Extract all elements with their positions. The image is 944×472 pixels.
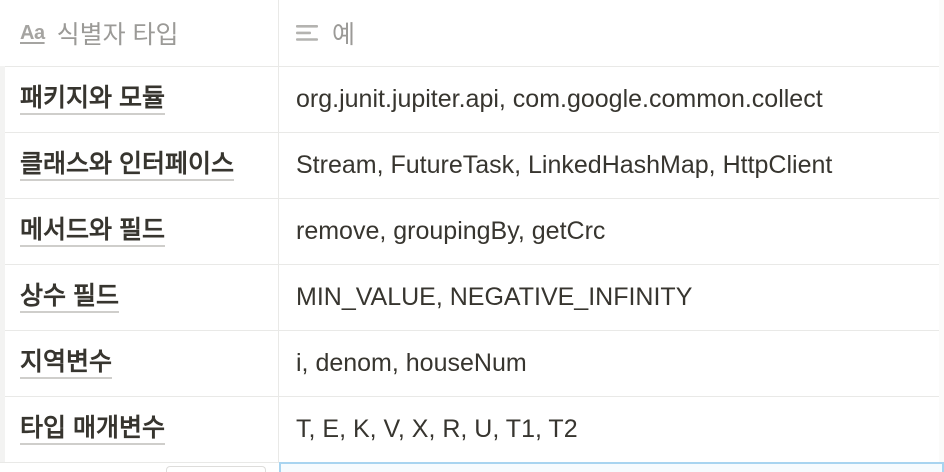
row-title-cell[interactable]: 패키지와 모듈 [0,67,279,132]
row-title-cell[interactable]: 타입 매개변수 [0,397,279,462]
row-example-cell[interactable]: org.junit.jupiter.api, com.google.common… [279,67,944,132]
row-example-cell[interactable]: T, E, K, V, X, R, U, T1, T2 [279,397,944,462]
row-example-cell[interactable]: i, denom, houseNum [279,331,944,396]
table-row[interactable]: 지역변수 i, denom, houseNum [0,330,944,396]
table-row[interactable]: 클래스와 인터페이스 Stream, FutureTask, LinkedHas… [0,132,944,198]
row-title-link[interactable]: 타입 매개변수 [20,414,165,445]
selected-cell-outline[interactable] [279,462,944,472]
table-row[interactable]: 상수 필드 MIN_VALUE, NEGATIVE_INFINITY [0,264,944,330]
new-row-title-input[interactable] [166,466,266,472]
row-example-cell[interactable]: Stream, FutureTask, LinkedHashMap, HttpC… [279,133,944,198]
row-title-cell[interactable]: 지역변수 [0,331,279,396]
text-lines-icon [296,23,320,43]
row-example-cell[interactable]: remove, groupingBy, getCrc [279,199,944,264]
table-row[interactable]: 패키지와 모듈 org.junit.jupiter.api, com.googl… [0,66,944,132]
row-example-text: remove, groupingBy, getCrc [296,217,606,245]
row-title-cell[interactable]: 메서드와 필드 [0,199,279,264]
row-example-cell[interactable]: MIN_VALUE, NEGATIVE_INFINITY [279,265,944,330]
row-gutter [0,66,5,462]
row-title-link[interactable]: 지역변수 [20,348,113,379]
row-title-link[interactable]: 클래스와 인터페이스 [20,150,234,181]
header-label-example: 예 [332,21,356,49]
header-cell-example[interactable]: 예 [279,0,944,66]
identifier-table: Aa 식별자 타입 예 패키지와 모듈 org.junit.jupiter.ap… [0,0,944,472]
row-title-link[interactable]: 상수 필드 [20,282,119,313]
row-example-text: T, E, K, V, X, R, U, T1, T2 [296,415,578,443]
row-title-link[interactable]: 메서드와 필드 [20,216,165,247]
row-example-text: org.junit.jupiter.api, com.google.common… [296,85,823,113]
header-label-identifier-type: 식별자 타입 [56,21,179,49]
table-right-edge [939,0,944,472]
row-title-cell[interactable]: 클래스와 인터페이스 [0,133,279,198]
row-example-text: Stream, FutureTask, LinkedHashMap, HttpC… [296,151,833,179]
header-cell-identifier-type[interactable]: Aa 식별자 타입 [0,0,279,66]
text-property-icon: Aa [20,21,45,44]
table-row[interactable]: 타입 매개변수 T, E, K, V, X, R, U, T1, T2 [0,396,944,462]
row-title-cell[interactable]: 상수 필드 [0,265,279,330]
row-example-text: i, denom, houseNum [296,349,527,377]
row-title-link[interactable]: 패키지와 모듈 [20,84,165,115]
table-row[interactable]: 메서드와 필드 remove, groupingBy, getCrc [0,198,944,264]
row-example-text: MIN_VALUE, NEGATIVE_INFINITY [296,283,693,311]
table-header-row: Aa 식별자 타입 예 [0,0,944,66]
